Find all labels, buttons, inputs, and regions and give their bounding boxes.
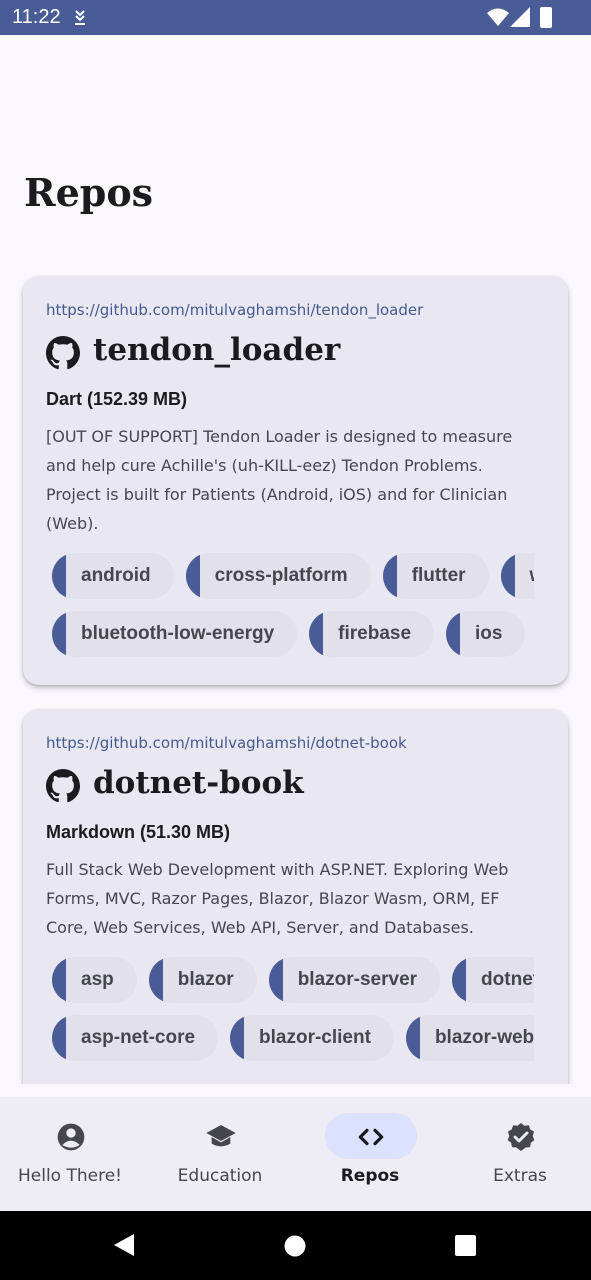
topic-chip[interactable]: bluetooth-low-energy xyxy=(52,611,298,657)
topic-chip[interactable]: asp-net-core xyxy=(52,1015,219,1061)
topic-chip[interactable]: cross-platform xyxy=(185,553,371,599)
repo-card[interactable]: https://github.com/mitulvaghamshi/dotnet… xyxy=(23,709,568,1084)
github-icon xyxy=(46,336,80,370)
topic-chip[interactable]: asp xyxy=(52,957,137,1003)
battery-icon xyxy=(540,7,552,28)
topic-chip[interactable]: blazor-weba xyxy=(405,1015,534,1061)
back-icon[interactable] xyxy=(113,1233,135,1257)
repo-url-link[interactable]: https://github.com/mitulvaghamshi/dotnet… xyxy=(46,734,407,752)
repo-description: Full Stack Web Development with ASP.NET.… xyxy=(46,860,509,937)
nav-label: Hello There! xyxy=(17,1166,122,1186)
nav-item-repos[interactable]: Repos xyxy=(296,1097,444,1211)
topic-chip[interactable]: firebase xyxy=(309,611,435,657)
repo-url-link[interactable]: https://github.com/mitulvaghamshi/tendon… xyxy=(46,301,423,319)
topic-chips-row: androidcross-platformflutterwe xyxy=(52,553,534,599)
repo-description: [OUT OF SUPPORT] Tendon Loader is design… xyxy=(46,427,513,533)
topic-chips-row: aspblazorblazor-serverdotnet-fr xyxy=(52,957,534,1003)
verified-badge-icon xyxy=(507,1123,535,1151)
code-brackets-icon xyxy=(358,1128,384,1146)
download-status-icon xyxy=(75,10,85,25)
topic-chips-row: asp-net-core blazor-client blazor-weba xyxy=(52,1015,534,1061)
nav-item-education[interactable]: Education xyxy=(146,1097,294,1211)
topic-chip[interactable]: dotnet-fr xyxy=(452,957,534,1003)
wifi-icon xyxy=(487,8,509,26)
topic-chip[interactable]: blazor-server xyxy=(268,957,441,1003)
repo-language-size: Markdown (51.30 MB) xyxy=(46,822,231,842)
nav-item-extras[interactable]: Extras xyxy=(446,1097,591,1211)
status-bar: 11:22 xyxy=(0,0,591,35)
topic-chip[interactable]: android xyxy=(52,553,174,599)
signal-icon xyxy=(510,7,530,27)
github-icon xyxy=(46,769,80,803)
page-title: Repos xyxy=(24,170,154,215)
topic-chip[interactable]: blazor-client xyxy=(230,1015,394,1061)
nav-item-hello-there[interactable]: Hello There! xyxy=(0,1097,144,1211)
nav-label: Repos xyxy=(340,1166,400,1186)
school-cap-icon xyxy=(206,1125,236,1147)
topic-chips-row: bluetooth-low-energy firebase ios xyxy=(52,611,534,657)
repo-name: tendon_loader xyxy=(93,332,341,368)
repo-card[interactable]: https://github.com/mitulvaghamshi/tendon… xyxy=(23,276,568,685)
recents-icon[interactable] xyxy=(455,1235,476,1256)
status-time: 11:22 xyxy=(12,6,61,28)
repo-name: dotnet-book xyxy=(93,765,304,801)
topic-chip[interactable]: blazor xyxy=(148,957,257,1003)
topic-chip[interactable]: flutter xyxy=(382,553,489,599)
home-icon[interactable] xyxy=(284,1235,306,1257)
person-circle-icon xyxy=(57,1123,85,1151)
topic-chip[interactable]: ios xyxy=(446,611,526,657)
topic-chip[interactable]: we xyxy=(500,553,534,599)
nav-label: Extras xyxy=(493,1166,547,1186)
system-navigation-bar xyxy=(0,1211,591,1280)
bottom-navigation: Hello There! Education Repos Extras xyxy=(0,1097,591,1211)
repo-list[interactable]: https://github.com/mitulvaghamshi/tendon… xyxy=(0,250,591,1084)
nav-label: Education xyxy=(177,1166,263,1186)
repo-language-size: Dart (152.39 MB) xyxy=(46,389,188,409)
